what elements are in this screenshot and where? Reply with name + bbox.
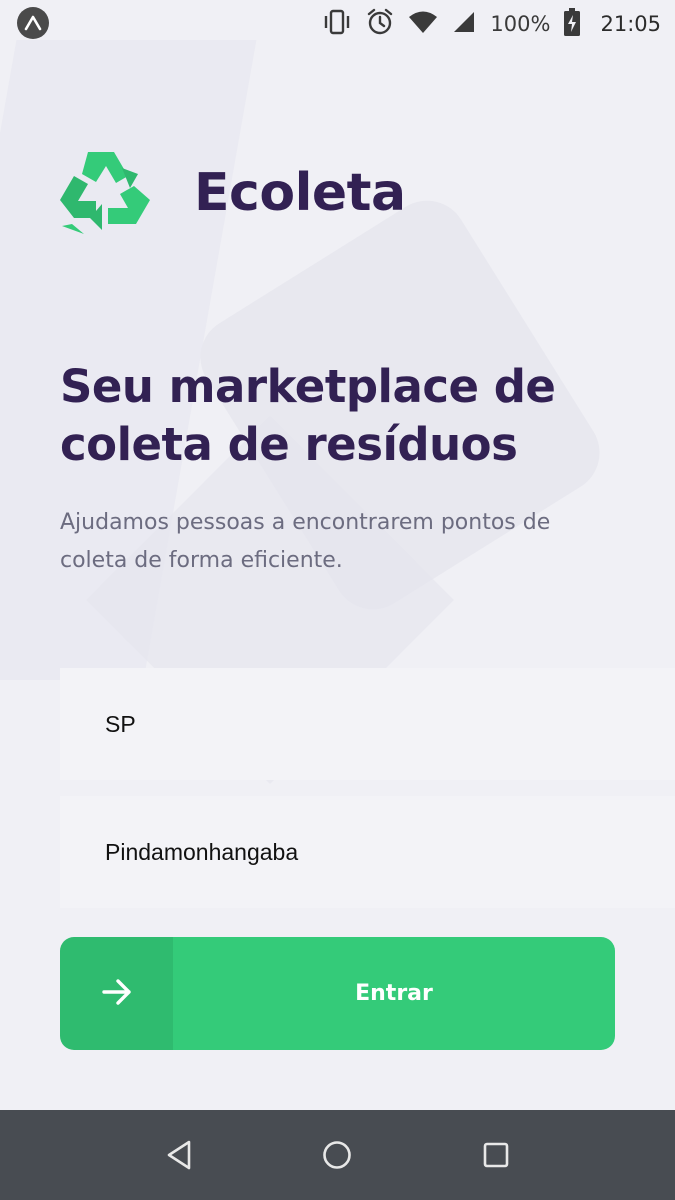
enter-button-icon-box [60, 937, 173, 1050]
recycle-icon [58, 148, 152, 238]
clock: 21:05 [600, 12, 661, 36]
city-input[interactable]: Pindamonhangaba [60, 796, 675, 908]
page-description: Ajudamos pessoas a encontrarem pontos de… [60, 510, 551, 573]
enter-button[interactable]: Entrar [60, 937, 615, 1050]
home-icon[interactable] [307, 1125, 367, 1185]
battery-charging-icon [564, 8, 581, 40]
status-bar: 100% 21:05 [0, 0, 675, 48]
logo: Ecoleta [58, 148, 406, 238]
vibrate-icon [322, 9, 352, 39]
status-icons: 100% 21:05 [322, 0, 661, 48]
signal-icon [452, 10, 476, 38]
back-icon[interactable] [149, 1125, 209, 1185]
enter-button-label: Entrar [355, 981, 433, 1006]
alarm-icon [366, 8, 394, 40]
expo-icon[interactable] [17, 7, 49, 39]
nav-bar [0, 1110, 675, 1200]
arrow-right-icon [99, 974, 135, 1014]
screen: 100% 21:05 Ecoleta Seu marketplace de co… [0, 0, 675, 1200]
uf-input[interactable]: SP [60, 668, 675, 780]
logo-text: Ecoleta [194, 163, 406, 223]
page-title: Seu marketplace de coleta de resíduos [60, 360, 556, 471]
battery-percent: 100% [490, 12, 551, 36]
wifi-icon [408, 10, 438, 38]
recents-icon[interactable] [466, 1125, 526, 1185]
